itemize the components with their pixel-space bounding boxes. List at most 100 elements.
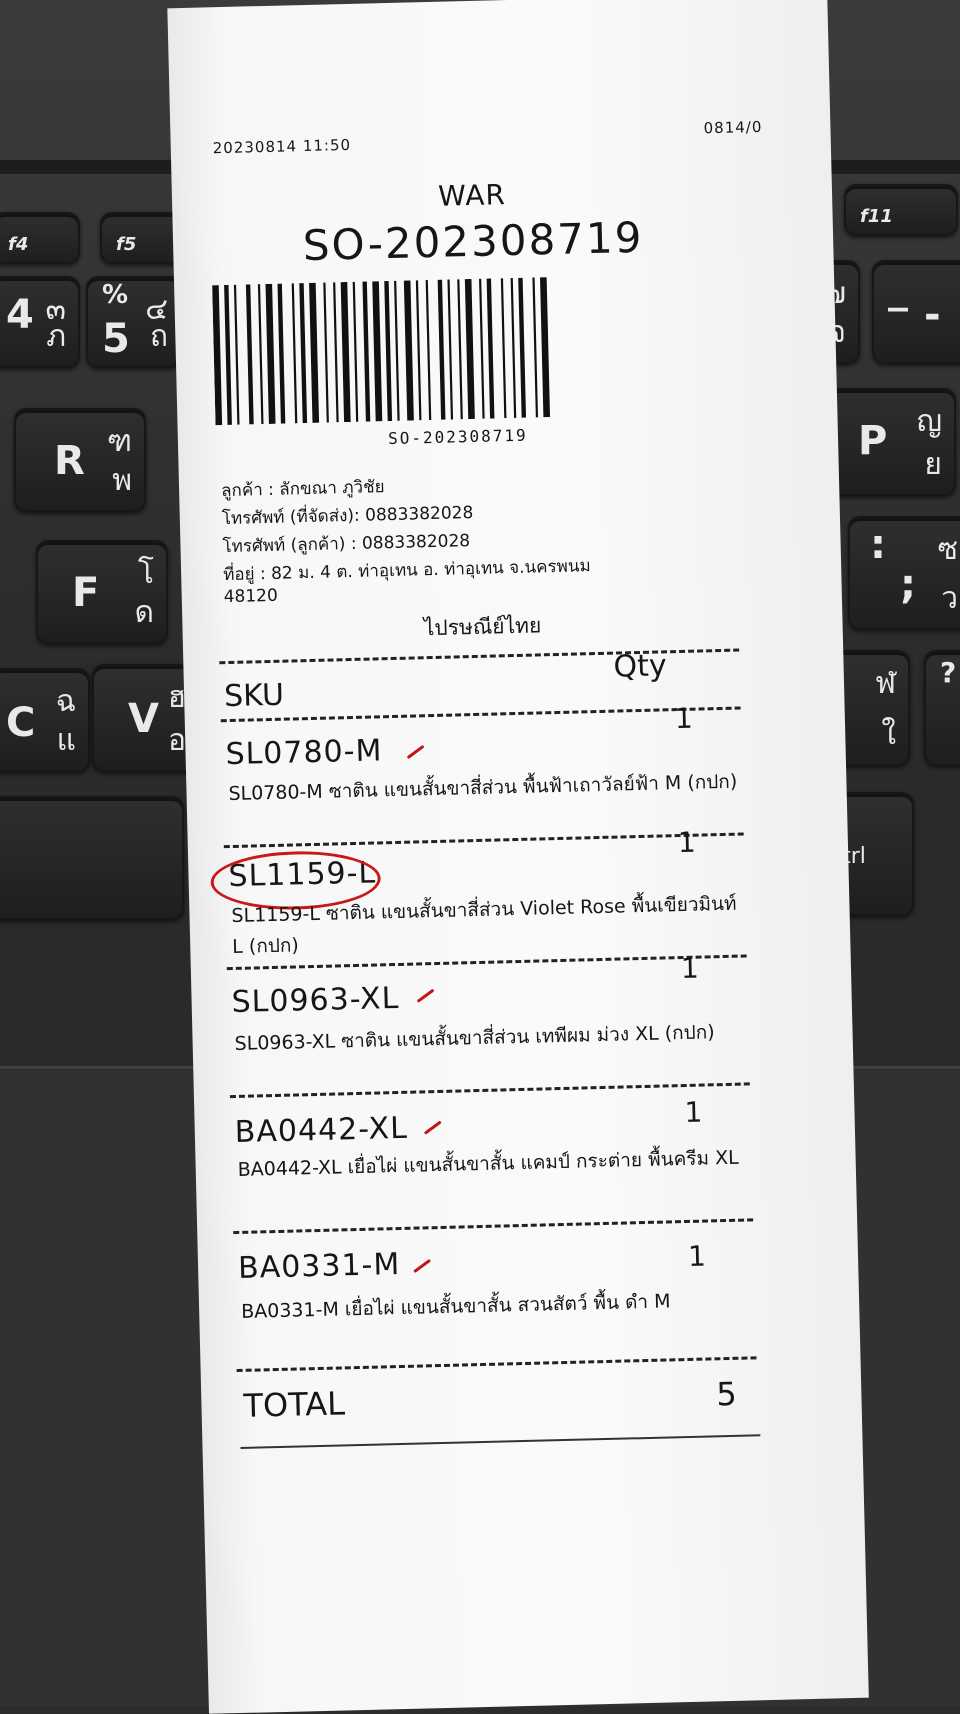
barcode-bar [415,280,422,421]
barcode-bar [372,281,383,422]
key-label: - [924,292,941,338]
key-5[interactable]: 5 % ๔ ถ [86,276,182,368]
item-description: SL1159-L ซาติน แขนสั้นขาสี่ส่วน Violet R… [231,892,737,959]
barcode-bar [245,284,254,425]
key-label: F [72,570,100,616]
barcode-bar [437,279,446,420]
barcode-bar [425,280,432,421]
barcode-bar [540,277,551,418]
column-header-qty: Qty [613,648,668,685]
key-thai-upper: ซ [937,532,958,567]
barcode-bar [309,282,320,423]
barcode-bar [212,285,223,426]
key-thai-lower: อ [167,723,186,758]
barcode-bar [265,283,276,424]
key-symbol: _ [888,266,908,312]
total-label: TOTAL [243,1384,346,1425]
key-slash[interactable]: ? [924,650,960,766]
barcode-bar [394,280,400,421]
item-qty: 1 [684,1095,703,1130]
key-label: f4 [8,234,29,255]
item-description: SL0780-M ซาติน แขนสั้นขาสี่ส่วน พื้นฟ้าเ… [228,770,738,806]
item-sku: BA0442-XL [234,1110,409,1150]
key-f11[interactable]: f11 [844,184,958,236]
barcode-bar [299,283,308,424]
key-thai-upper: ญ [916,404,942,439]
key-thai-lower: ด [134,595,154,630]
check-mark [413,1258,432,1274]
barcode-bar [518,277,527,418]
key-thai-upper: ฬ [875,666,896,701]
key-label: f11 [860,206,893,227]
key-semicolon[interactable]: : ; ซ ว [848,516,960,630]
item-description: BA0442-XL เยื่อไผ่ แขนสั้นขาสั้น แคมป์ ก… [237,1146,739,1181]
barcode-bar [510,277,517,418]
check-mark [423,1120,442,1135]
key-label: R [54,438,85,484]
key-symbol: ? [940,656,957,689]
key-blank-left[interactable] [0,796,184,920]
barcode-bar [277,283,286,424]
order-number: SO-202308719 [302,212,644,271]
barcode-bar [479,278,485,419]
key-label: C [6,700,36,746]
print-datetime: 20230814 11:50 [212,135,352,158]
key-label: 5 [102,316,130,362]
key-f4[interactable]: f4 [0,212,80,264]
key-thai-lower: ย [924,447,942,482]
barcode-bar [340,282,351,423]
key-thai-lower: ว [941,581,958,616]
check-mark [416,988,435,1003]
key-label: ; [900,562,916,608]
key-thai-lower: แ [56,723,76,758]
barcode-bar [224,284,232,425]
key-thai-lower: ใ [881,717,896,752]
barcode-number: SO-202308719 [387,425,528,449]
carrier-name: ไปรษณีย์ไทย [423,613,542,641]
barcode-bar [464,278,475,420]
key-thai-lower: พ [112,463,132,498]
item-qty: 1 [674,701,694,736]
customer-name: ลูกค้า : ลักขณา ภูวิชัย [220,477,385,502]
item-description: SL0963-XL ซาติน แขนสั้นขาสี่ส่วน เทพีผม … [234,1021,715,1055]
key-thai-lower: ภ [46,319,66,354]
divider [220,706,741,723]
key-minus[interactable]: _ - [872,260,960,364]
key-c[interactable]: C ฉ แ [0,668,90,772]
total-value: 5 [715,1374,738,1414]
barcode-bar [233,284,240,425]
barcode-bar [447,279,454,420]
barcode-bar [257,284,264,425]
key-4[interactable]: 4 ๓ ภ [0,276,80,368]
barcode-bar [352,281,359,422]
key-label: 4 [6,292,34,338]
key-r[interactable]: R ฑ พ [14,408,146,512]
divider [229,1082,750,1099]
key-label: f5 [116,234,137,255]
barcode-bar [500,278,507,419]
receipt-bottom-rule [240,1434,761,1449]
divider [236,1356,757,1373]
item-sku: SL0963-XL [231,980,400,1021]
shipping-receipt: 20230814 11:50 0814/0 WAR SO-202308719 S… [167,0,869,1714]
order-barcode [212,277,551,426]
barcode-bar [333,282,339,423]
key-label: P [858,418,888,464]
barcode-bar [457,279,463,420]
item-description: BA0331-M เยื่อไผ่ แขนสั้นขาสั้น สวนสัตว์… [240,1290,671,1323]
barcode-bar [362,281,371,422]
barcode-bar [291,283,298,424]
key-symbol: % [102,280,129,310]
key-f[interactable]: F โ ด [36,540,168,644]
barcode-bar [486,278,495,419]
key-label: V [128,696,159,742]
item-sku: SL0780-M [225,733,383,773]
barcode-bar [323,282,329,423]
barcode-bar [532,277,539,418]
column-header-sku: SKU [223,677,285,715]
item-qty: 1 [687,1239,707,1273]
item-sku: BA0331-M [237,1247,401,1286]
check-mark [406,744,425,760]
item-qty: 1 [677,825,697,860]
barcode-bar [384,280,393,422]
